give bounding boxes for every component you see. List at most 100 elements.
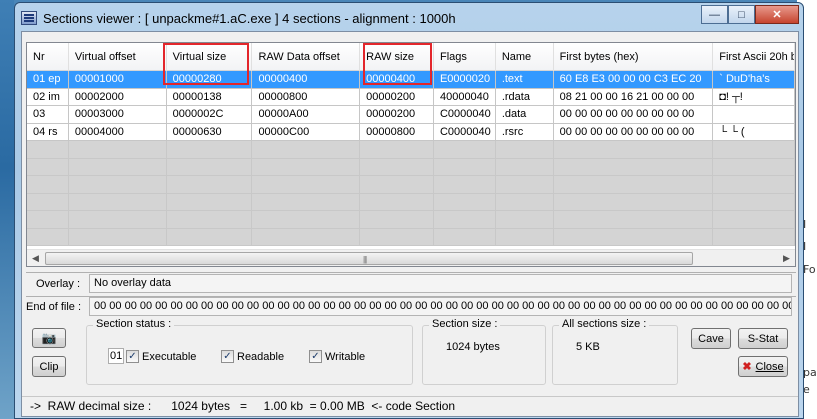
divider: [26, 272, 796, 273]
column-header-first-bytes-hex[interactable]: First bytes (hex): [554, 43, 714, 71]
column-header-virtual-offset[interactable]: Virtual offset: [69, 43, 167, 71]
empty-cell: [68, 193, 167, 211]
column-header-first-ascii[interactable]: First Ascii 20h b: [713, 43, 795, 71]
camera-button[interactable]: 📷: [32, 328, 66, 348]
section-status-title: Section status :: [93, 318, 175, 330]
cell-name: .text: [495, 71, 554, 89]
section-number-field[interactable]: 01: [108, 348, 124, 364]
column-header-nr[interactable]: Nr: [27, 43, 69, 71]
cell-first-ascii: [713, 106, 795, 124]
empty-cell: [713, 228, 795, 246]
cell-flags: C0000040: [433, 106, 496, 124]
empty-cell: [68, 211, 167, 229]
empty-cell: [27, 193, 69, 211]
empty-cell: [433, 228, 496, 246]
empty-cell: [166, 141, 253, 159]
empty-table-row: [27, 141, 795, 159]
app-icon[interactable]: [21, 11, 37, 25]
writable-checkbox[interactable]: ✓ Writable: [309, 350, 365, 363]
empty-cell: [553, 211, 714, 229]
empty-cell: [553, 228, 714, 246]
desktop-text-fragment: pa: [803, 366, 817, 379]
cell-first-bytes-hex: 00 00 00 00 00 00 00 00 00: [553, 123, 714, 141]
cell-virtual-size: 00000138: [166, 88, 253, 106]
executable-label: Executable: [142, 350, 197, 363]
overlay-value: No overlay data: [89, 274, 792, 293]
table-row[interactable]: 04 rs 00004000 00000630 00000C00 00000800 C00…: [27, 123, 795, 141]
desktop-text-fragment: Fo: [803, 263, 816, 276]
table-row[interactable]: 02 im 00002000 00000138 00000800 00000200 400…: [27, 88, 795, 106]
column-header-flags[interactable]: Flags: [434, 43, 496, 71]
empty-cell: [27, 211, 69, 229]
cell-raw-data-offset: 00000C00: [252, 123, 361, 141]
cell-flags: 40000040: [433, 88, 496, 106]
empty-cell: [553, 176, 714, 194]
cell-virtual-offset: 00003000: [68, 106, 167, 124]
client-area: Nr Virtual offset Virtual size RAW Data off…: [21, 31, 799, 417]
empty-cell: [433, 158, 496, 176]
window-controls: — □ ✕: [701, 5, 799, 24]
column-header-name[interactable]: Name: [496, 43, 554, 71]
scroll-right-icon[interactable]: ▶: [778, 250, 795, 266]
section-size-value: 1024 bytes: [446, 341, 500, 353]
title-bar[interactable]: Sections viewer : [ unpackme#1.aC.exe ] …: [15, 3, 803, 33]
empty-cell: [713, 211, 795, 229]
empty-cell: [252, 141, 361, 159]
window-title: Sections viewer : [ unpackme#1.aC.exe ] …: [43, 11, 456, 26]
eof-label: End of file :: [26, 301, 82, 313]
empty-cell: [27, 141, 69, 159]
empty-cell: [495, 193, 554, 211]
empty-cell: [495, 228, 554, 246]
empty-cell: [360, 141, 434, 159]
virtual-size-highlight-box: [163, 43, 249, 85]
all-sections-size-value: 5 KB: [576, 341, 600, 353]
empty-table-row: [27, 158, 795, 176]
empty-cell: [252, 211, 361, 229]
empty-cell: [252, 228, 361, 246]
empty-cell: [433, 141, 496, 159]
empty-cell: [360, 158, 434, 176]
empty-cell: [713, 141, 795, 159]
minimize-button[interactable]: —: [701, 5, 728, 24]
empty-cell: [433, 176, 496, 194]
cell-name: .data: [495, 106, 554, 124]
section-size-group: Section size :: [422, 318, 546, 385]
clip-button[interactable]: Clip: [32, 356, 66, 377]
horizontal-scrollbar[interactable]: ◀ ||| ▶: [27, 249, 795, 266]
column-header-raw-data-offset[interactable]: RAW Data offset: [252, 43, 361, 71]
empty-cell: [360, 176, 434, 194]
cave-button[interactable]: Cave: [691, 328, 731, 349]
sections-viewer-window: Sections viewer : [ unpackme#1.aC.exe ] …: [14, 2, 804, 419]
cell-first-bytes-hex: 00 00 00 00 00 00 00 00 00: [553, 106, 714, 124]
close-window-button[interactable]: ✕: [755, 5, 799, 24]
table-row[interactable]: 03 00003000 0000002C 00000A00 00000200 C00000…: [27, 106, 795, 124]
check-icon: ✓: [221, 350, 234, 363]
overlay-label: Overlay :: [36, 278, 81, 290]
cell-flags: C0000040: [433, 123, 496, 141]
maximize-button[interactable]: □: [728, 5, 755, 24]
writable-label: Writable: [325, 350, 366, 363]
readable-label: Readable: [237, 350, 285, 363]
empty-cell: [495, 141, 554, 159]
check-icon: ✓: [309, 350, 322, 363]
executable-checkbox[interactable]: ✓ Executable: [126, 350, 196, 363]
cell-virtual-offset: 00002000: [68, 88, 167, 106]
scroll-left-icon[interactable]: ◀: [27, 250, 44, 266]
empty-cell: [553, 193, 714, 211]
cell-name: .rdata: [495, 88, 554, 106]
all-sections-size-title: All sections size :: [559, 318, 650, 330]
empty-cell: [553, 141, 714, 159]
close-button[interactable]: ✖ Close: [738, 356, 788, 377]
s-stat-button[interactable]: S-Stat: [738, 328, 788, 349]
cell-raw-size: 00000800: [360, 123, 434, 141]
scroll-thumb[interactable]: |||: [45, 252, 693, 265]
readable-checkbox[interactable]: ✓ Readable: [221, 350, 284, 363]
grip-icon: |||: [363, 255, 367, 264]
camera-icon: 📷: [41, 331, 57, 345]
empty-cell: [27, 228, 69, 246]
empty-table-row: [27, 193, 795, 211]
empty-cell: [713, 176, 795, 194]
cell-nr: 01 ep: [27, 71, 69, 89]
empty-cell: [166, 193, 253, 211]
empty-cell: [68, 228, 167, 246]
